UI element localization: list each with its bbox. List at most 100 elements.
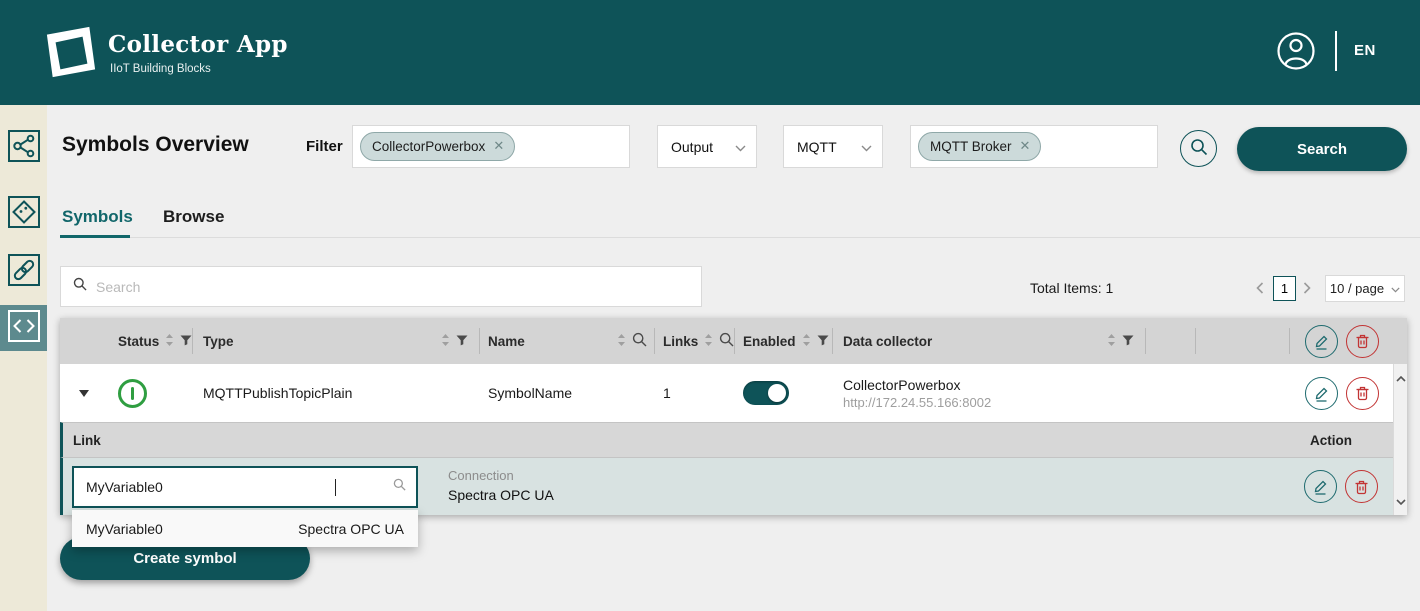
broker-chip-remove-icon[interactable]: ✕ [1020, 138, 1031, 154]
page-number[interactable]: 1 [1273, 276, 1296, 301]
link-column-label: Link [73, 433, 101, 448]
connection-label: Connection [448, 467, 554, 485]
spacer-column [1146, 318, 1196, 364]
sort-icon[interactable] [704, 333, 713, 350]
header-divider [1335, 31, 1337, 71]
column-label: Enabled [743, 334, 796, 349]
text-cursor [335, 479, 336, 496]
angle-brackets-icon [7, 309, 41, 348]
filter-funnel-icon[interactable] [1122, 334, 1134, 349]
table-body: MQTTPublishTopicPlain SymbolName 1 Colle… [60, 364, 1407, 515]
app-subtitle: IIoT Building Blocks [110, 63, 211, 75]
filter-funnel-icon[interactable] [817, 334, 829, 349]
filter-funnel-icon[interactable] [180, 334, 192, 349]
data-collector-name: CollectorPowerbox [843, 376, 991, 394]
column-header-type: Type [193, 318, 480, 364]
filter-funnel-icon[interactable] [456, 334, 468, 349]
column-search-icon[interactable] [719, 332, 734, 350]
search-icon [1190, 138, 1208, 159]
link-icon [7, 253, 41, 292]
delete-link-button[interactable] [1345, 470, 1378, 503]
sort-icon[interactable] [165, 333, 174, 350]
sort-icon[interactable] [1107, 333, 1116, 350]
link-subtable-header: Link Action [60, 422, 1407, 457]
active-tab-indicator [60, 235, 130, 238]
table-search-input[interactable] [96, 279, 689, 295]
sort-icon[interactable] [441, 333, 450, 350]
scroll-up-icon[interactable] [1396, 369, 1406, 387]
language-selector[interactable]: EN [1354, 42, 1376, 59]
column-label: Data collector [843, 334, 932, 349]
column-label: Name [488, 334, 525, 349]
column-header-name: Name [480, 318, 655, 364]
link-search-field[interactable] [72, 466, 418, 508]
tabs-divider [60, 237, 1420, 238]
expand-column-header [60, 318, 108, 364]
sort-icon[interactable] [802, 333, 811, 350]
enabled-toggle[interactable] [743, 381, 789, 405]
sidebar-item-collectors[interactable] [0, 125, 47, 171]
scroll-down-icon[interactable] [1396, 492, 1406, 510]
links-count: 1 [663, 385, 671, 401]
user-avatar-icon[interactable] [1276, 31, 1316, 71]
table-scrollbar[interactable] [1393, 364, 1407, 515]
next-page-icon[interactable] [1303, 281, 1311, 299]
column-search-icon[interactable] [632, 332, 647, 350]
autocomplete-dropdown: MyVariable0 Spectra OPC UA [72, 510, 418, 547]
connection-info: Connection Spectra OPC UA [448, 467, 554, 505]
protocol-select[interactable]: MQTT [783, 125, 883, 168]
advanced-search-button[interactable] [1180, 130, 1217, 167]
autocomplete-option[interactable]: MyVariable0 Spectra OPC UA [72, 510, 418, 547]
edit-all-button[interactable] [1305, 325, 1338, 358]
column-header-data-collector: Data collector [833, 318, 1146, 364]
link-search-input[interactable] [86, 479, 393, 495]
data-collector-url: http://172.24.55.166:8002 [843, 394, 991, 411]
link-actions [1304, 470, 1378, 503]
search-icon [393, 478, 406, 496]
prev-page-icon[interactable] [1256, 281, 1264, 299]
column-header-status: Status [108, 318, 193, 364]
collector-chip-remove-icon[interactable]: ✕ [493, 138, 504, 154]
sidebar-item-symbols-overview-active[interactable] [0, 305, 47, 351]
collapse-row-icon[interactable] [79, 390, 89, 397]
option-connection-name: Spectra OPC UA [298, 521, 404, 537]
table-header-row: Status Type Name Links [60, 318, 1407, 364]
header-actions [1290, 318, 1393, 364]
broker-chip-label: MQTT Broker [930, 139, 1012, 154]
connection-value: Spectra OPC UA [448, 485, 554, 505]
protocol-select-value: MQTT [797, 139, 837, 155]
status-running-icon [118, 379, 147, 408]
symbol-name: SymbolName [488, 385, 572, 401]
tab-browse[interactable]: Browse [163, 207, 224, 227]
symbols-table: Status Type Name Links [60, 318, 1407, 515]
column-label: Status [118, 334, 159, 349]
tab-symbols[interactable]: Symbols [62, 207, 133, 227]
collector-filter-input[interactable]: CollectorPowerbox ✕ [352, 125, 630, 168]
share-network-icon [7, 129, 41, 168]
sidebar [0, 105, 47, 611]
sidebar-item-symbols[interactable] [0, 191, 47, 237]
search-button[interactable]: Search [1237, 127, 1407, 171]
delete-row-button[interactable] [1346, 377, 1379, 410]
search-icon [73, 277, 87, 296]
edit-row-button[interactable] [1305, 377, 1338, 410]
page-size-select[interactable]: 10 / page [1325, 275, 1405, 302]
broker-filter-input[interactable]: MQTT Broker ✕ [910, 125, 1158, 168]
delete-all-button[interactable] [1346, 325, 1379, 358]
total-items-label: Total Items: 1 [1030, 280, 1113, 296]
collector-chip-label: CollectorPowerbox [372, 139, 485, 154]
page-title: Symbols Overview [62, 133, 249, 157]
edit-link-button[interactable] [1304, 470, 1337, 503]
symbol-type: MQTTPublishTopicPlain [203, 385, 352, 401]
direction-select[interactable]: Output [657, 125, 757, 168]
sidebar-item-links[interactable] [0, 249, 47, 295]
table-search-field[interactable] [60, 266, 702, 307]
column-label: Links [663, 334, 698, 349]
broker-chip: MQTT Broker ✕ [918, 132, 1041, 161]
app-title: Collector App [108, 31, 288, 58]
option-variable-name: MyVariable0 [86, 521, 163, 537]
column-header-links: Links [655, 318, 735, 364]
sort-icon[interactable] [617, 333, 626, 350]
chevron-down-icon [735, 139, 746, 155]
direction-select-value: Output [671, 139, 713, 155]
